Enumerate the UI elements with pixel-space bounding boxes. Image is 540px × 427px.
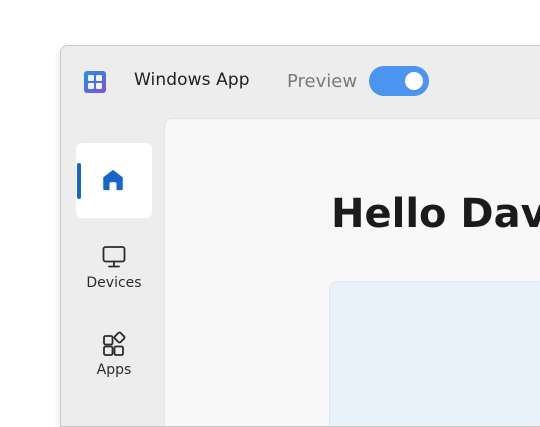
title-bar: Windows App Preview	[61, 46, 540, 118]
content-card	[329, 281, 540, 426]
app-title: Windows App	[134, 70, 250, 90]
toggle-knob	[405, 72, 423, 90]
sidebar-item-devices[interactable]: Devices	[76, 243, 152, 303]
preview-toggle[interactable]	[369, 66, 429, 96]
greeting-heading: Hello David	[331, 191, 540, 237]
app-window: Windows App Preview Devices Apps Hello D…	[60, 45, 540, 427]
monitor-icon	[102, 246, 126, 268]
sidebar-item-label: Devices	[86, 275, 142, 291]
sidebar-item-apps[interactable]: Apps	[76, 330, 152, 390]
main-content: Hello David	[164, 118, 540, 426]
windows-app-logo-icon	[84, 71, 106, 93]
selected-indicator	[77, 163, 81, 199]
apps-grid-icon	[103, 331, 126, 356]
sidebar-item-home[interactable]	[76, 143, 152, 218]
sidebar: Devices Apps	[61, 118, 164, 426]
sidebar-item-label: Apps	[96, 362, 132, 378]
home-icon	[103, 169, 123, 191]
preview-label: Preview	[287, 71, 358, 92]
